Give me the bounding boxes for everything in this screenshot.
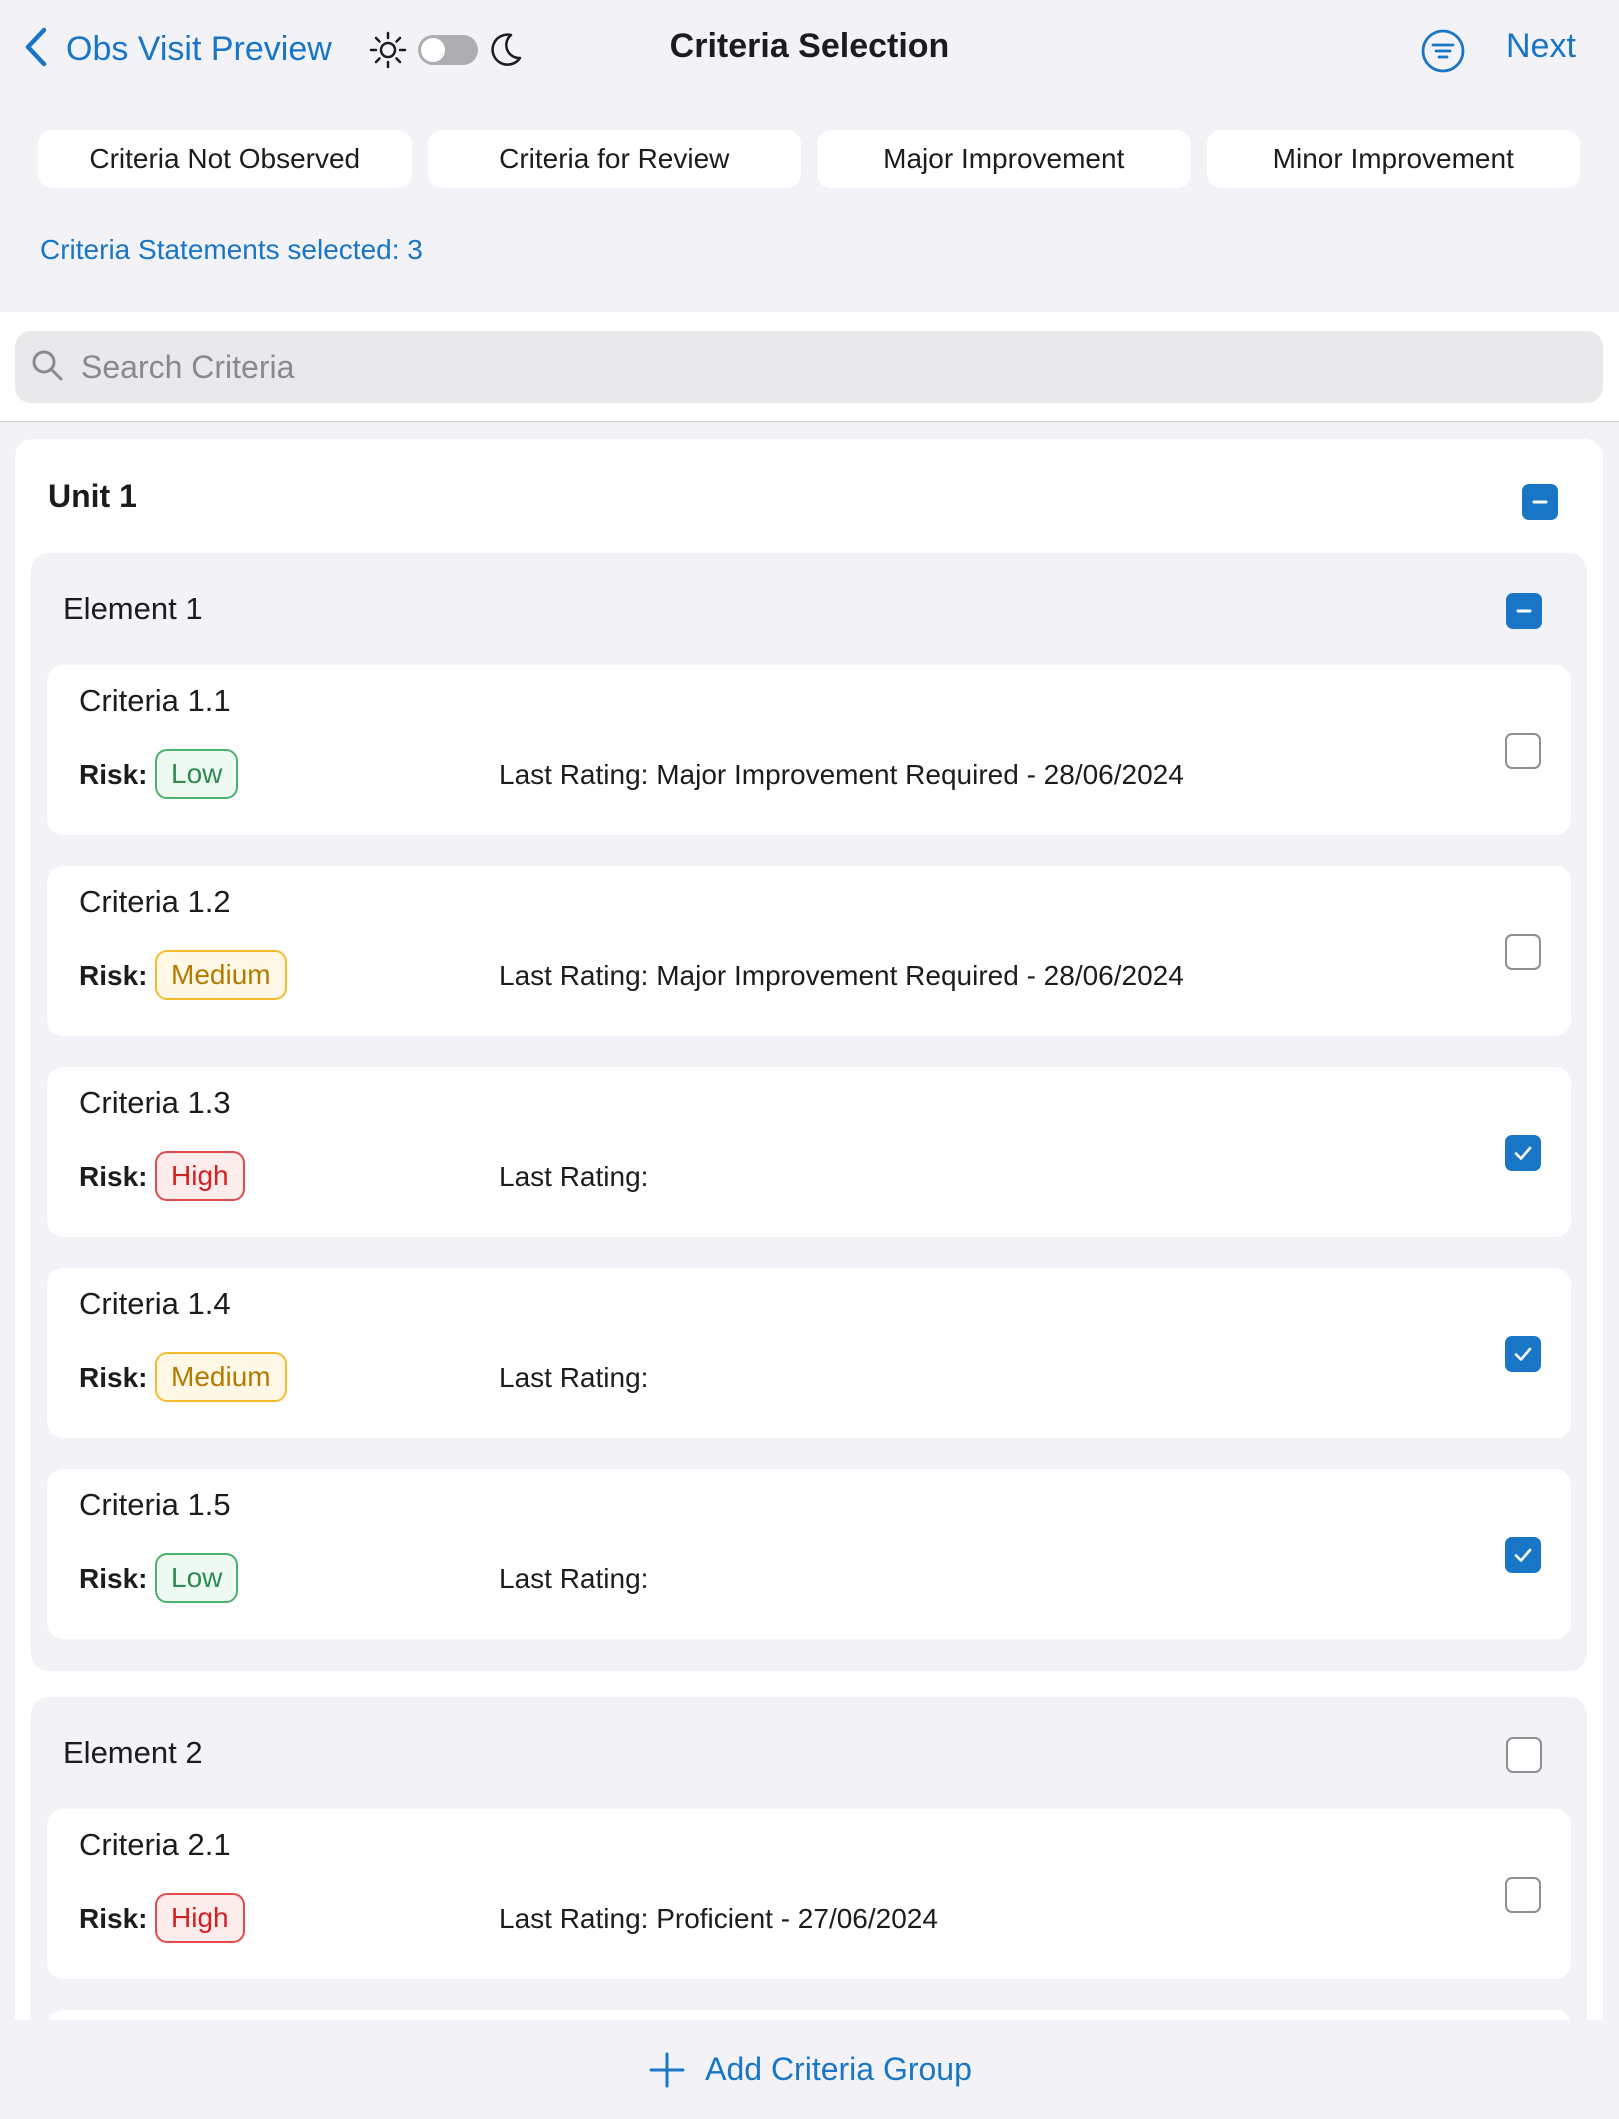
criteria-title: Criteria 1.3 bbox=[79, 1085, 231, 1120]
criteria-list[interactable]: Unit 1 Element 1 Criteria 1.1 Risk: Low … bbox=[0, 423, 1619, 2020]
unit-card: Unit 1 Element 1 Criteria 1.1 Risk: Low … bbox=[15, 439, 1603, 2020]
minus-icon bbox=[1516, 609, 1532, 613]
criteria-title: Criteria 1.1 bbox=[79, 683, 231, 718]
risk-label: Risk: bbox=[79, 960, 148, 991]
criteria-checkbox[interactable] bbox=[1505, 1135, 1541, 1171]
criteria-checkbox[interactable] bbox=[1505, 1877, 1541, 1913]
checkmark-icon bbox=[1514, 1146, 1532, 1160]
filter-button[interactable] bbox=[1418, 26, 1468, 76]
chip-major-improvement[interactable]: Major Improvement bbox=[817, 130, 1191, 188]
dark-mode-switch[interactable] bbox=[418, 35, 478, 65]
risk-label: Risk: bbox=[79, 1161, 148, 1192]
risk-badge: High bbox=[155, 1151, 245, 1201]
element-card: Element 2 Criteria 2.1 Risk: High Last R… bbox=[31, 1697, 1587, 2020]
risk-label: Risk: bbox=[79, 1903, 148, 1934]
sun-icon bbox=[368, 30, 408, 70]
element-header: Element 2 bbox=[31, 1697, 1587, 1809]
bottom-bar: Add Criteria Group bbox=[0, 2020, 1619, 2119]
filter-chips: Criteria Not Observed Criteria for Revie… bbox=[38, 130, 1580, 188]
selected-count: Criteria Statements selected: 3 bbox=[40, 234, 423, 265]
moon-icon bbox=[486, 31, 524, 69]
chip-minor-improvement[interactable]: Minor Improvement bbox=[1206, 130, 1580, 188]
criteria-card[interactable]: Criteria 1.2 Risk: Medium Last Rating: M… bbox=[47, 866, 1571, 1036]
element-checkbox[interactable] bbox=[1506, 593, 1542, 629]
last-rating: Last Rating: Major Improvement Required … bbox=[499, 759, 1184, 790]
next-button[interactable]: Next bbox=[1506, 27, 1576, 66]
unit-header: Unit 1 bbox=[15, 439, 1603, 553]
last-rating: Last Rating: bbox=[499, 1362, 649, 1393]
criteria-checkbox[interactable] bbox=[1505, 934, 1541, 970]
criteria-card[interactable]: Criteria 1.1 Risk: Low Last Rating: Majo… bbox=[47, 665, 1571, 835]
unit-title: Unit 1 bbox=[48, 477, 137, 514]
search-input[interactable] bbox=[81, 348, 1561, 386]
criteria-checkbox[interactable] bbox=[1505, 733, 1541, 769]
element-title: Element 2 bbox=[63, 1735, 203, 1770]
chip-criteria-not-observed[interactable]: Criteria Not Observed bbox=[38, 130, 412, 188]
risk-label: Risk: bbox=[79, 1362, 148, 1393]
criteria-card[interactable]: Criteria 1.3 Risk: High Last Rating: bbox=[47, 1067, 1571, 1237]
search-box[interactable] bbox=[15, 331, 1603, 403]
element-title: Element 1 bbox=[63, 591, 203, 626]
last-rating: Last Rating: bbox=[499, 1563, 649, 1594]
element-card: Element 1 Criteria 1.1 Risk: Low Last Ra… bbox=[31, 553, 1587, 1671]
element-header: Element 1 bbox=[31, 553, 1587, 665]
theme-toggle bbox=[368, 28, 524, 72]
criteria-card-partial[interactable] bbox=[47, 2010, 1571, 2020]
risk-badge: Medium bbox=[155, 1352, 287, 1402]
criteria-title: Criteria 1.5 bbox=[79, 1487, 231, 1522]
back-label: Obs Visit Preview bbox=[66, 29, 332, 68]
risk-label: Risk: bbox=[79, 1563, 148, 1594]
criteria-card[interactable]: Criteria 1.4 Risk: Medium Last Rating: bbox=[47, 1268, 1571, 1438]
chevron-left-icon bbox=[22, 26, 52, 73]
criteria-title: Criteria 1.4 bbox=[79, 1286, 231, 1321]
checkmark-icon bbox=[1514, 1548, 1532, 1562]
criteria-title: Criteria 1.2 bbox=[79, 884, 231, 919]
checkmark-icon bbox=[1514, 1347, 1532, 1361]
unit-checkbox[interactable] bbox=[1522, 484, 1558, 520]
plus-icon bbox=[647, 2050, 687, 2090]
app-root: Obs Visit Preview Criteria Selection Nex… bbox=[0, 0, 1619, 2119]
last-rating: Last Rating: Proficient - 27/06/2024 bbox=[499, 1903, 938, 1934]
last-rating: Last Rating: bbox=[499, 1161, 649, 1192]
nav-bar: Obs Visit Preview Criteria Selection Nex… bbox=[0, 0, 1619, 100]
criteria-card[interactable]: Criteria 1.5 Risk: Low Last Rating: bbox=[47, 1469, 1571, 1639]
risk-badge: Low bbox=[155, 749, 239, 799]
add-criteria-group-label: Add Criteria Group bbox=[705, 2051, 972, 2087]
risk-badge: Medium bbox=[155, 950, 287, 1000]
risk-badge: Low bbox=[155, 1553, 239, 1603]
risk-label: Risk: bbox=[79, 759, 148, 790]
minus-icon bbox=[1532, 500, 1548, 504]
last-rating: Last Rating: Major Improvement Required … bbox=[499, 960, 1184, 991]
back-button[interactable]: Obs Visit Preview bbox=[22, 24, 332, 74]
filter-list-icon bbox=[1418, 26, 1468, 76]
search-icon bbox=[15, 347, 65, 388]
criteria-checkbox[interactable] bbox=[1505, 1537, 1541, 1573]
add-criteria-group-button[interactable]: Add Criteria Group bbox=[647, 2050, 972, 2090]
criteria-checkbox[interactable] bbox=[1505, 1336, 1541, 1372]
element-checkbox[interactable] bbox=[1506, 1737, 1542, 1773]
risk-badge: High bbox=[155, 1893, 245, 1943]
criteria-title: Criteria 2.1 bbox=[79, 1827, 231, 1862]
switch-knob bbox=[421, 38, 445, 62]
search-bar bbox=[0, 312, 1619, 422]
criteria-card[interactable]: Criteria 2.1 Risk: High Last Rating: Pro… bbox=[47, 1809, 1571, 1979]
chip-criteria-for-review[interactable]: Criteria for Review bbox=[427, 130, 801, 188]
